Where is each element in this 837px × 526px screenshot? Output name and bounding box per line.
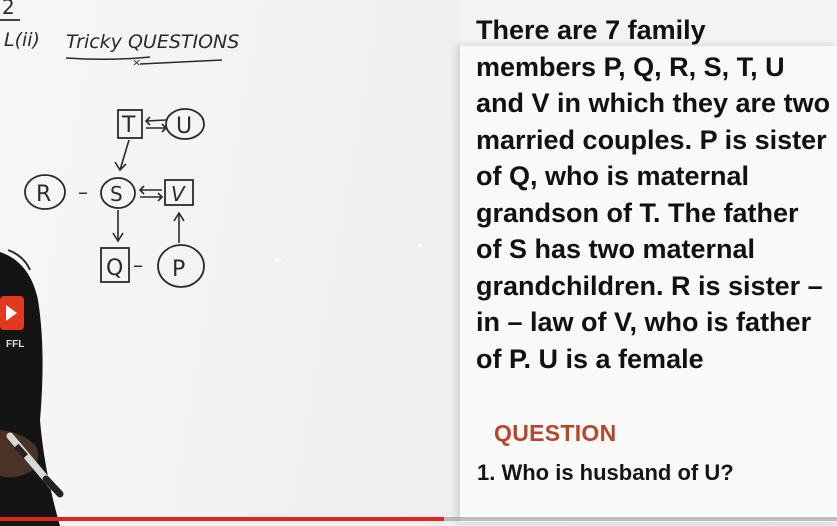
- marriage-arrow-t-u: [144, 116, 168, 133]
- question-item: 1. Who is husband of U?: [477, 460, 734, 485]
- svg-text:S: S: [110, 182, 123, 206]
- dash-q-p: –: [133, 253, 143, 277]
- header-cross-mark: ×: [132, 56, 141, 69]
- arrow-s-to-q: [112, 210, 124, 243]
- node-p: P: [157, 244, 205, 288]
- svg-text:T: T: [121, 113, 136, 138]
- header-label: L(ii): [4, 29, 40, 51]
- question-heading: QUESTION: [494, 420, 617, 446]
- arrow-t-to-s: [114, 139, 130, 172]
- node-t: T: [117, 109, 143, 139]
- question-text: There are 7 family members P, Q, R, S, T…: [476, 15, 831, 374]
- svg-text:P: P: [172, 257, 185, 282]
- node-v: V: [164, 179, 194, 206]
- dash-r-s: –: [78, 180, 88, 204]
- arrow-p-to-v: [173, 211, 185, 243]
- presenter: FFL: [0, 249, 64, 526]
- svg-text:V: V: [171, 182, 186, 206]
- svg-text:R: R: [36, 182, 51, 207]
- video-progress-fill: [0, 517, 444, 521]
- node-s: S: [100, 177, 136, 209]
- node-q: Q: [100, 247, 130, 283]
- header-title: Tricky QUESTIONS: [66, 31, 239, 53]
- node-r: R: [24, 174, 66, 210]
- video-frame[interactable]: 2 L(ii) Tricky QUESTIONS × T U R – S V Q…: [0, 0, 837, 526]
- logo-text: FFL: [6, 339, 24, 350]
- marriage-arrow-s-v: [138, 185, 164, 202]
- header-number: 2: [2, 0, 15, 19]
- svg-text:U: U: [176, 114, 192, 139]
- node-u: U: [165, 108, 205, 140]
- svg-text:Q: Q: [106, 256, 123, 281]
- video-progress-bar[interactable]: [0, 517, 837, 521]
